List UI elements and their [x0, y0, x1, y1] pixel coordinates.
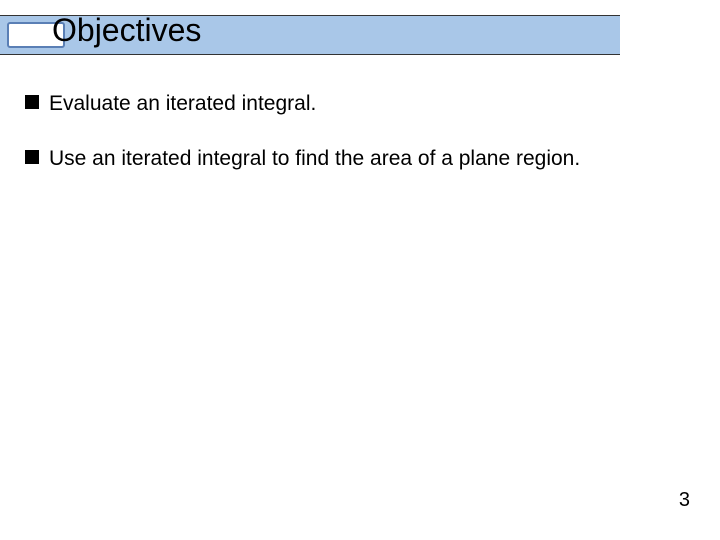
bullet-text: Use an iterated integral to find the are… — [49, 145, 580, 172]
bullet-text: Evaluate an iterated integral. — [49, 90, 316, 117]
bullet-square-icon — [25, 150, 39, 164]
page-title: Objectives — [52, 12, 201, 49]
page-number: 3 — [679, 489, 690, 512]
list-item: Use an iterated integral to find the are… — [25, 145, 695, 172]
bullet-square-icon — [25, 95, 39, 109]
list-item: Evaluate an iterated integral. — [25, 90, 695, 117]
content-area: Evaluate an iterated integral. Use an it… — [25, 90, 695, 201]
